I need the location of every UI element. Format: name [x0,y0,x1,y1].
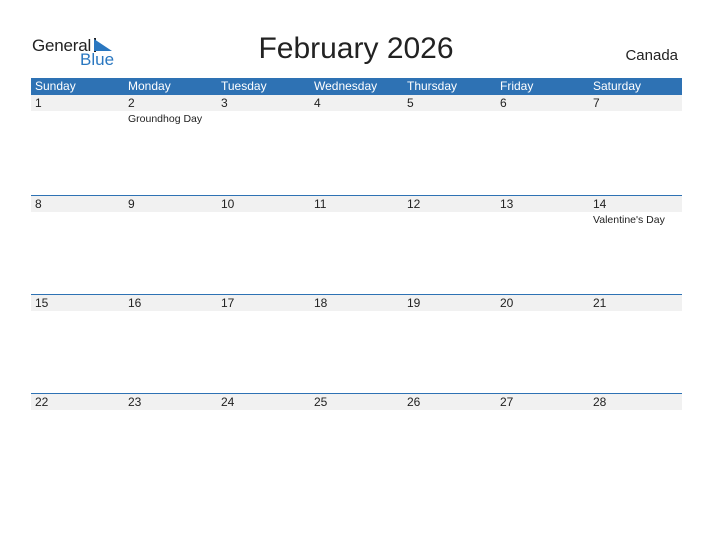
holiday-label [31,212,124,214]
day-cell: 6 [496,95,589,125]
holiday-label [589,311,682,313]
day-number: 25 [310,394,403,410]
holiday-label [124,410,217,412]
day-number: 8 [31,196,124,212]
holiday-label [217,410,310,412]
day-cell: 27 [496,394,589,412]
week-row: 15 16 17 18 19 20 21 [31,294,682,393]
day-cell: 16 [124,295,217,313]
weekday-wednesday: Wednesday [314,79,378,93]
holiday-label [589,410,682,412]
holiday-label [217,311,310,313]
day-cell: 1 [31,95,124,125]
day-cell: 15 [31,295,124,313]
day-cell: 11 [310,196,403,226]
holiday-label [310,111,403,113]
day-number: 11 [310,196,403,212]
day-number: 24 [217,394,310,410]
day-number: 22 [31,394,124,410]
weekday-monday: Monday [128,79,171,93]
holiday-label [124,212,217,214]
day-number: 2 [124,95,217,111]
day-cell: 3 [217,95,310,125]
day-cell: 4 [310,95,403,125]
day-number: 6 [496,95,589,111]
day-cell: 14 Valentine's Day [589,196,682,226]
day-number: 3 [217,95,310,111]
day-number: 12 [403,196,496,212]
day-cell: 26 [403,394,496,412]
holiday-label [403,111,496,113]
day-number: 27 [496,394,589,410]
week-row: 8 9 10 11 12 13 14 Valentine's Day [31,195,682,294]
holiday-label: Valentine's Day [593,214,665,226]
day-number: 28 [589,394,682,410]
weekday-saturday: Saturday [593,79,642,93]
day-cell: 9 [124,196,217,226]
weekday-thursday: Thursday [407,79,458,93]
day-number: 15 [31,295,124,311]
day-number: 26 [403,394,496,410]
day-number: 7 [589,95,682,111]
day-number: 17 [217,295,310,311]
day-cell: 20 [496,295,589,313]
holiday-label [31,311,124,313]
day-number: 23 [124,394,217,410]
holiday-label [310,410,403,412]
day-cell: 24 [217,394,310,412]
week-row: 22 23 24 25 26 27 28 [31,393,682,492]
day-cell: 8 [31,196,124,226]
holiday-label [496,410,589,412]
day-cell: 25 [310,394,403,412]
holiday-label [403,311,496,313]
holiday-label [496,111,589,113]
day-number: 14 [589,196,682,212]
day-number: 21 [589,295,682,311]
holiday-label [403,410,496,412]
day-number: 18 [310,295,403,311]
day-number: 19 [403,295,496,311]
country-label: Canada [625,47,678,64]
holiday-label: Groundhog Day [128,113,203,125]
day-cell: 2 Groundhog Day [124,95,217,125]
holiday-label [496,212,589,214]
calendar-grid: Sunday Monday Tuesday Wednesday Thursday… [31,78,682,492]
holiday-label [31,410,124,412]
day-number: 1 [31,95,124,111]
weekday-sunday: Sunday [35,79,76,93]
weekday-tuesday: Tuesday [221,79,267,93]
holiday-label [310,311,403,313]
day-number: 9 [124,196,217,212]
holiday-label [217,111,310,113]
day-cell: 19 [403,295,496,313]
day-cell: 7 [589,95,682,125]
day-cell: 10 [217,196,310,226]
day-cell: 12 [403,196,496,226]
holiday-label [403,212,496,214]
holiday-label [589,111,682,113]
holiday-label [310,212,403,214]
day-number: 13 [496,196,589,212]
day-cell: 23 [124,394,217,412]
day-cell: 5 [403,95,496,125]
day-number: 5 [403,95,496,111]
day-number: 4 [310,95,403,111]
weekday-header: Sunday Monday Tuesday Wednesday Thursday… [31,78,682,95]
day-cell: 17 [217,295,310,313]
page-title: February 2026 [258,32,454,65]
holiday-label [124,311,217,313]
day-cell: 21 [589,295,682,313]
holiday-label [217,212,310,214]
day-number: 16 [124,295,217,311]
day-cell: 18 [310,295,403,313]
day-cell: 22 [31,394,124,412]
weekday-friday: Friday [500,79,534,93]
week-row: 1 2 Groundhog Day 3 4 5 6 7 [31,95,682,195]
holiday-label [31,111,124,113]
day-cell: 28 [589,394,682,412]
day-number: 20 [496,295,589,311]
holiday-label [496,311,589,313]
day-cell: 13 [496,196,589,226]
day-number: 10 [217,196,310,212]
